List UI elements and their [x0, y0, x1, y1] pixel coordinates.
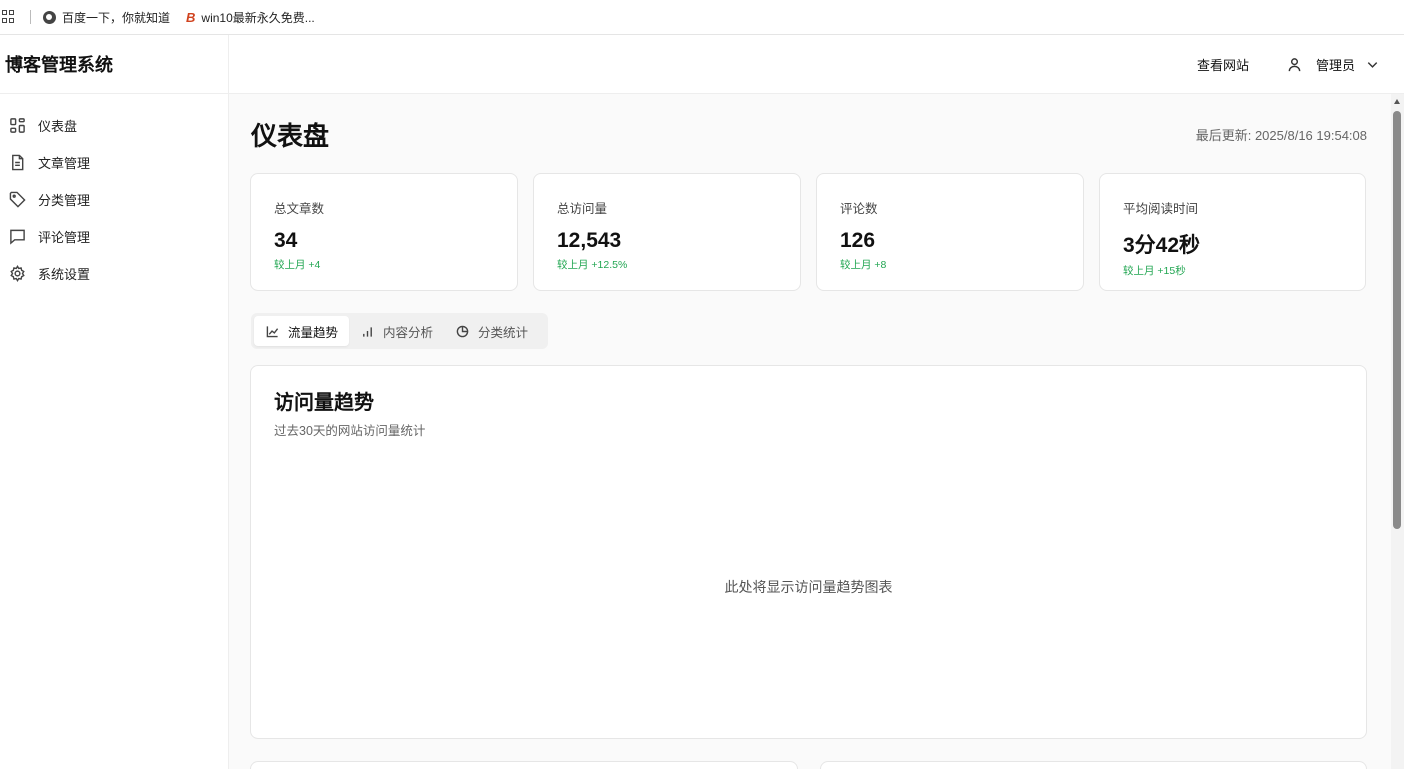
site-logo-icon: B — [186, 9, 196, 25]
bookmark-label: win10最新永久免费... — [201, 10, 315, 25]
brand-title: 博客管理系统 — [0, 35, 228, 94]
bar-chart-icon — [363, 326, 372, 337]
page-header: 仪表盘 最后更新: 2025/8/16 19:54:08 — [251, 116, 1367, 153]
tab-label: 分类统计 — [478, 325, 529, 340]
bookmark-baidu[interactable]: 百度一下，你就知道 — [43, 9, 170, 26]
bookmark-label: 百度一下，你就知道 — [62, 10, 171, 25]
user-name: 管理员 — [1315, 57, 1355, 73]
main-scrollbar[interactable] — [1391, 94, 1404, 769]
apps-grid-icon[interactable] — [2, 10, 16, 24]
sidebar-nav: 仪表盘 文章管理 分类管理 评论管理 系统设置 — [0, 94, 228, 292]
sidebar-item-settings[interactable]: 系统设置 — [0, 255, 228, 292]
sidebar-item-label: 文章管理 — [38, 156, 91, 171]
stat-value: 3分42秒 — [1123, 234, 1201, 257]
bottom-card-right — [820, 761, 1367, 769]
tab-categories[interactable]: 分类统计 — [444, 316, 539, 346]
bookmarks-bar: 百度一下，你就知道 B win10最新永久免费... — [0, 0, 1404, 35]
chart-placeholder: 此处将显示访问量趋势图表 — [724, 579, 893, 595]
stats-row: 总文章数 34 较上月 +4 总访问量 12,543 较上月 +12.5% 评论… — [250, 173, 1366, 291]
stat-label: 总访问量 — [557, 202, 608, 216]
dashboard-icon — [8, 117, 26, 135]
stat-value: 12,543 — [557, 229, 622, 252]
user-menu[interactable]: 管理员 — [1287, 55, 1380, 74]
top-header: 查看网站 管理员 — [229, 35, 1404, 94]
sidebar-item-label: 系统设置 — [38, 267, 91, 282]
stat-card-visits: 总访问量 12,543 较上月 +12.5% — [533, 173, 801, 291]
traffic-chart-card: 访问量趋势 过去30天的网站访问量统计 此处将显示访问量趋势图表 — [250, 365, 1367, 739]
pie-chart-icon — [456, 325, 469, 337]
user-icon — [1287, 57, 1302, 72]
stat-card-read-time: 平均阅读时间 3分42秒 较上月 +15秒 — [1099, 173, 1366, 291]
chart-subtitle: 过去30天的网站访问量统计 — [274, 424, 426, 438]
chevron-down-icon — [1365, 57, 1380, 72]
sidebar-item-dashboard[interactable]: 仪表盘 — [0, 107, 228, 144]
analytics-tabs: 流量趋势 内容分析 分类统计 — [251, 313, 548, 349]
sidebar-item-label: 评论管理 — [38, 230, 91, 245]
stat-delta: 较上月 +4 — [274, 259, 321, 271]
sidebar-item-comments[interactable]: 评论管理 — [0, 218, 228, 255]
tab-content[interactable]: 内容分析 — [349, 316, 444, 346]
main-content: 仪表盘 最后更新: 2025/8/16 19:54:08 总文章数 34 较上月… — [229, 94, 1391, 769]
sidebar-item-label: 仪表盘 — [38, 119, 78, 134]
stat-delta: 较上月 +12.5% — [557, 259, 628, 271]
sidebar-item-label: 分类管理 — [38, 193, 91, 208]
tab-traffic[interactable]: 流量趋势 — [254, 316, 350, 346]
last-update-text: 最后更新: 2025/8/16 19:54:08 — [1195, 128, 1367, 143]
sidebar-item-categories[interactable]: 分类管理 — [0, 181, 228, 218]
tab-label: 流量趋势 — [288, 325, 339, 340]
scroll-up-arrow-icon[interactable] — [1394, 99, 1400, 104]
bottom-card-left — [250, 761, 798, 769]
document-icon — [8, 154, 26, 172]
globe-icon — [43, 10, 56, 24]
chart-title: 访问量趋势 — [274, 392, 374, 414]
stat-card-comments: 评论数 126 较上月 +8 — [816, 173, 1084, 291]
stat-value: 126 — [840, 229, 876, 252]
page-title: 仪表盘 — [251, 121, 330, 151]
stat-delta: 较上月 +15秒 — [1123, 265, 1186, 277]
bookmark-win10[interactable]: B win10最新永久免费... — [186, 9, 315, 26]
gear-icon — [8, 265, 26, 283]
tag-icon — [8, 191, 26, 209]
stat-value: 34 — [274, 229, 298, 252]
sidebar-item-articles[interactable]: 文章管理 — [0, 144, 228, 181]
scroll-thumb[interactable] — [1393, 111, 1401, 529]
sidebar: 博客管理系统 仪表盘 文章管理 分类管理 评论管理 系统设置 — [0, 35, 229, 769]
stat-label: 平均阅读时间 — [1123, 202, 1199, 216]
comment-icon — [8, 228, 26, 246]
stat-delta: 较上月 +8 — [840, 259, 887, 271]
stat-label: 评论数 — [840, 202, 878, 216]
bookmarks-divider — [30, 10, 31, 24]
tab-label: 内容分析 — [383, 325, 434, 340]
stat-card-articles: 总文章数 34 较上月 +4 — [250, 173, 518, 291]
view-site-link[interactable]: 查看网站 — [1197, 55, 1249, 74]
stat-label: 总文章数 — [274, 202, 325, 216]
line-chart-icon — [266, 325, 279, 337]
